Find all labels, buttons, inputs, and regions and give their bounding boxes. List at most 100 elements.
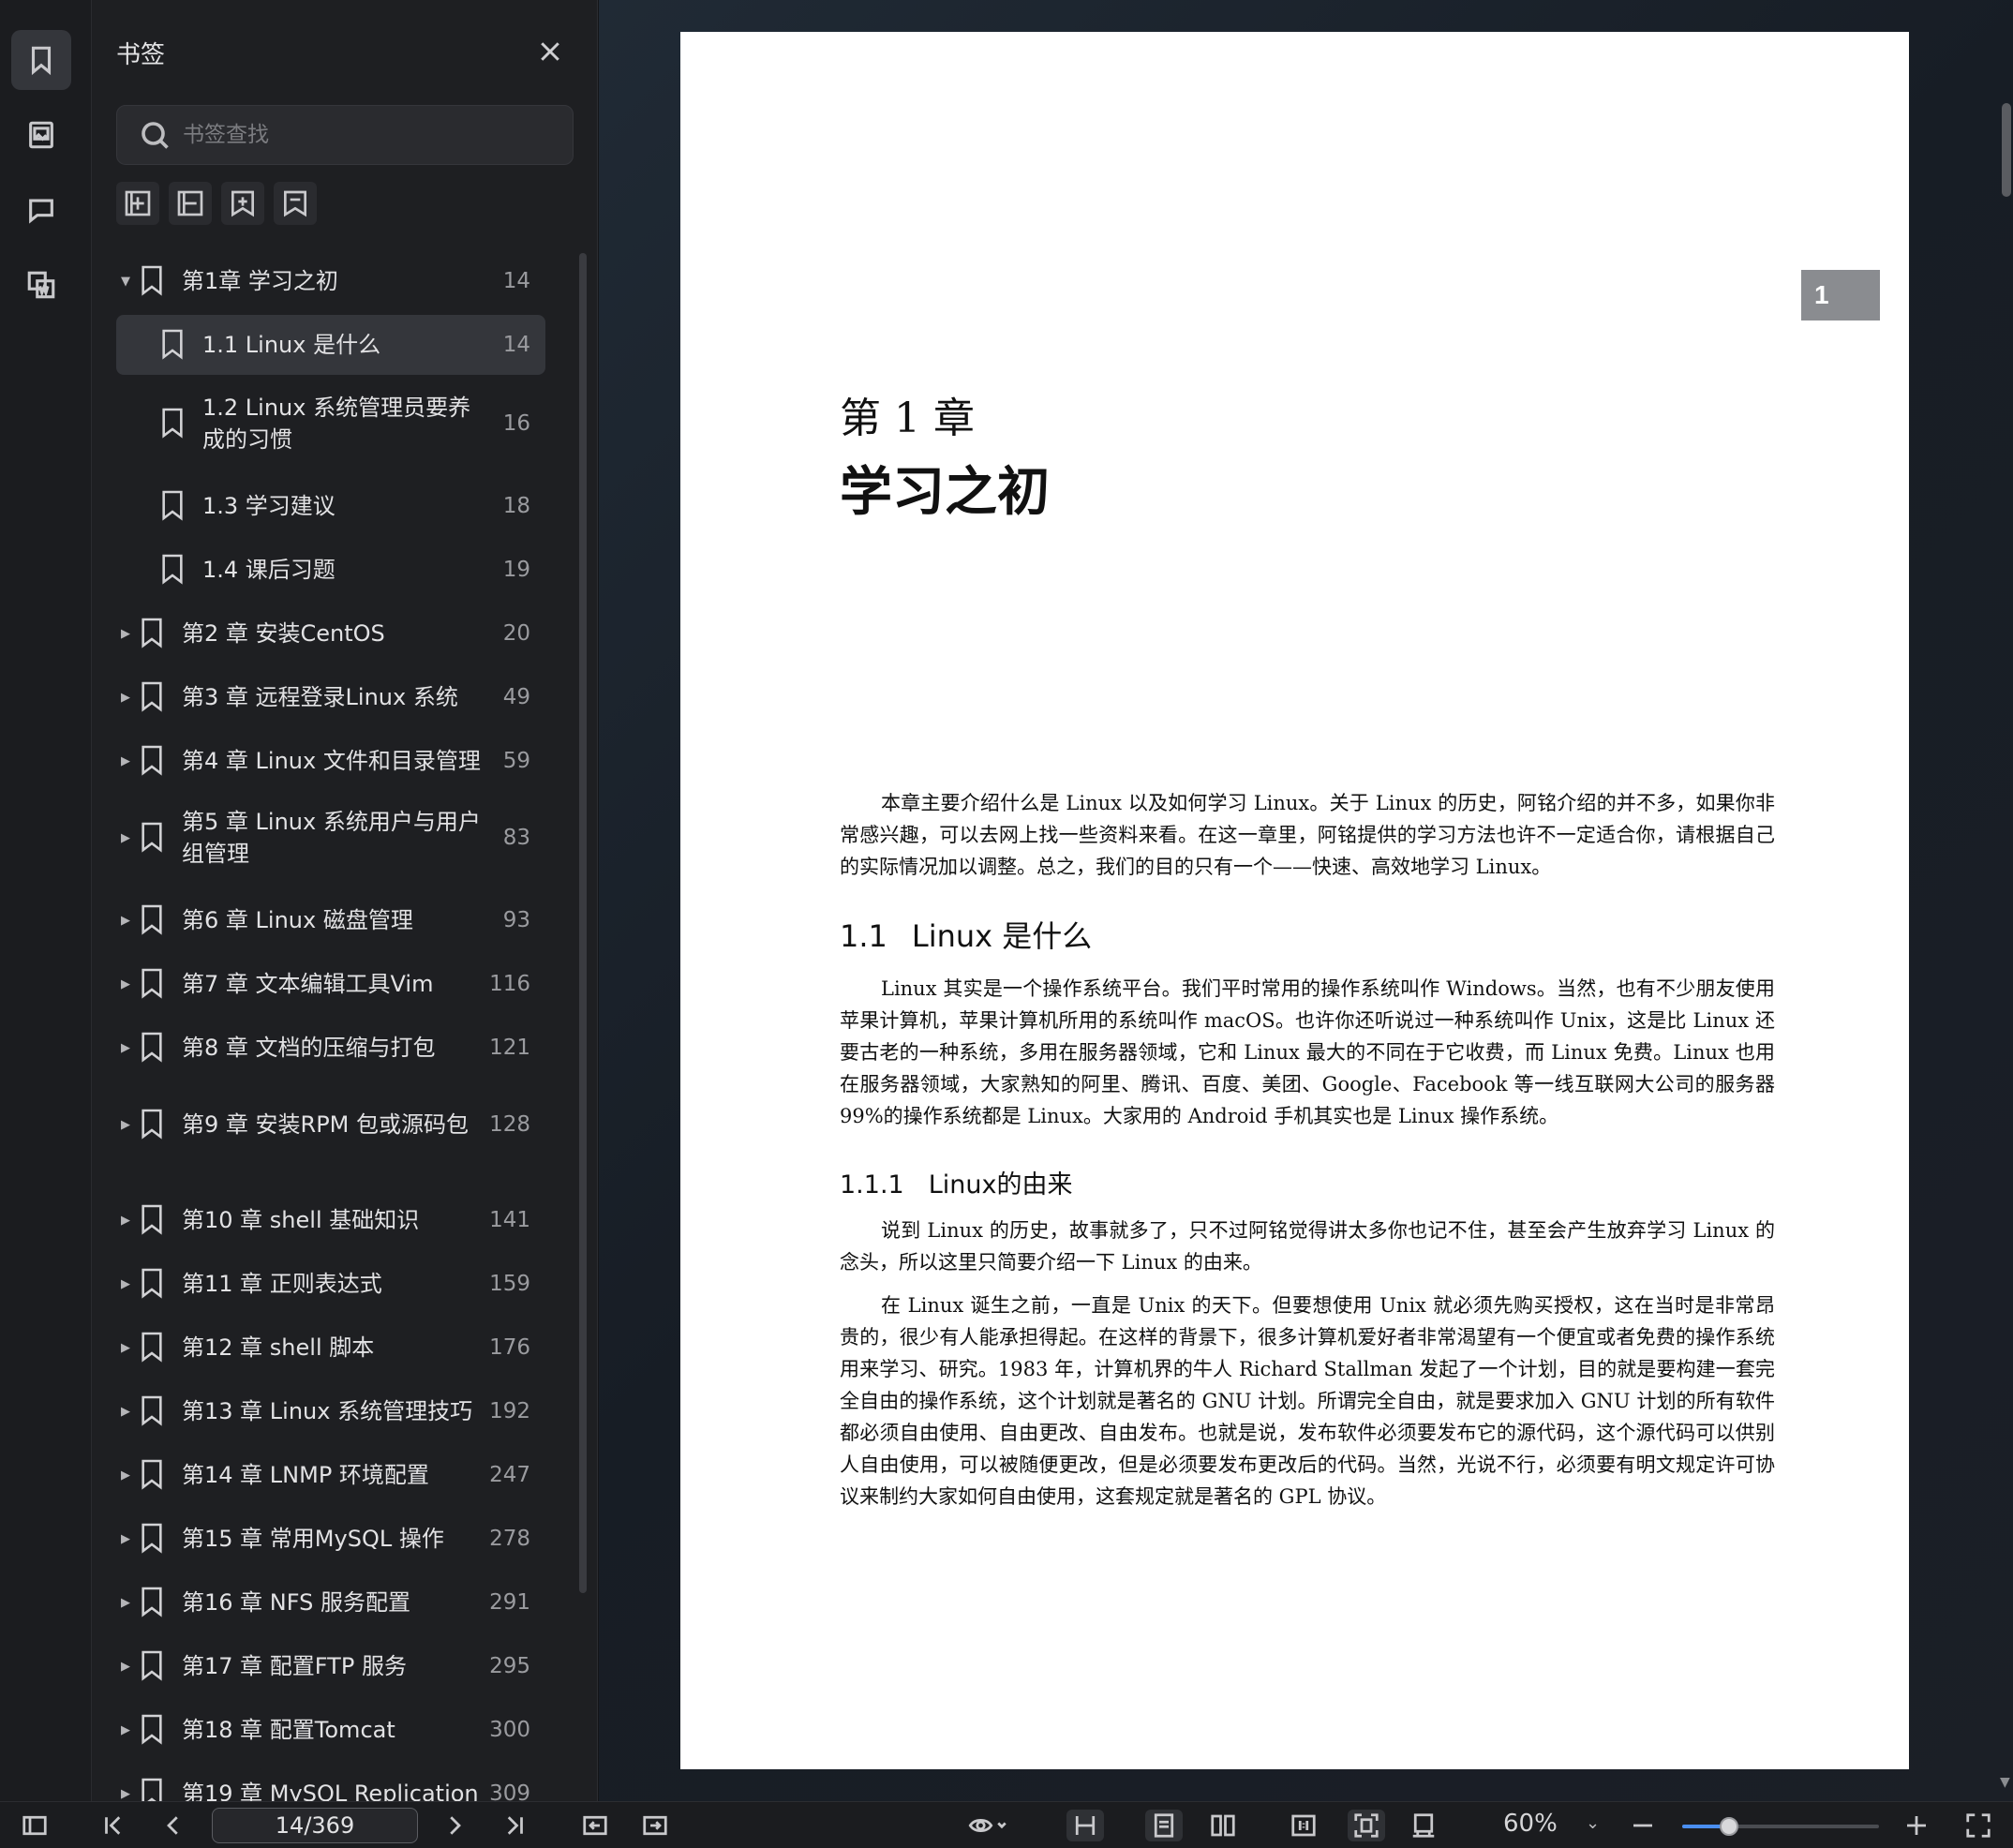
bookmark-chapter-item[interactable]: ▶ 第12 章 shell 脚本 176 (116, 1318, 545, 1378)
rotate-page-button[interactable] (1408, 1810, 1439, 1841)
caret-right-icon[interactable]: ▶ (116, 1532, 135, 1546)
bookmark-chapter-item[interactable]: ▶ 第9 章 安装RPM 包或源码包 128 (116, 1081, 545, 1168)
bookmark-chapter-item[interactable]: ▶ 第13 章 Linux 系统管理技巧 192 (116, 1381, 545, 1441)
bookmark-chapter-item[interactable]: ▶ 第15 章 常用MySQL 操作 278 (116, 1509, 545, 1569)
bookmark-label: 第3 章 远程登录Linux 系统 (182, 684, 458, 710)
zoom-dropdown-chevron-down-icon[interactable]: ⌄ (1586, 1813, 1600, 1833)
panel-close-button[interactable] (536, 37, 564, 66)
fullscreen-icon (1966, 1813, 1991, 1838)
thumbnail-panel-button[interactable] (11, 105, 71, 165)
bookmark-icon (31, 46, 52, 76)
caret-right-icon[interactable]: ▶ (116, 1341, 135, 1355)
bookmark-page-number: 159 (489, 1272, 530, 1296)
caret-right-icon[interactable]: ▶ (116, 1660, 135, 1674)
expand-bookmark-button[interactable] (221, 182, 264, 225)
bookmark-icon (139, 1522, 171, 1556)
bookmark-scrollbar[interactable] (579, 253, 587, 1593)
bookmark-page-number: 14 (502, 333, 530, 357)
bookmark-chapter-item[interactable]: ▶ 第14 章 LNMP 环境配置 247 (116, 1445, 545, 1505)
document-scrollbar[interactable] (2002, 103, 2011, 197)
zoom-slider[interactable] (1682, 1817, 1879, 1836)
next-page-button[interactable] (439, 1810, 470, 1841)
single-page-button[interactable] (1145, 1810, 1183, 1841)
bookmark-section-item[interactable]: 1.1 Linux 是什么 14 (116, 315, 545, 375)
caret-right-icon[interactable]: ▶ (116, 627, 135, 641)
bookmark-icon (159, 407, 191, 440)
scroll-down-arrow-icon[interactable]: ▼ (2000, 1775, 2010, 1790)
bookmark-chapter-item[interactable]: ▶ 第3 章 远程登录Linux 系统 49 (116, 667, 545, 727)
caret-right-icon[interactable]: ▶ (116, 1405, 135, 1419)
bookmark-chapter-item[interactable]: ▶ 第19 章 MySQL Replication 309 (116, 1764, 545, 1801)
caret-right-icon[interactable]: ▶ (116, 691, 135, 705)
convert-panel-button[interactable] (11, 255, 71, 315)
intro-paragraph: 本章主要介绍什么是 Linux 以及如何学习 Linux。关于 Linux 的历… (840, 792, 1775, 878)
first-page-icon (105, 1816, 121, 1835)
bookmark-section-item[interactable]: 1.2 Linux 系统管理员要养成的习惯 16 (116, 380, 545, 467)
caret-right-icon[interactable]: ▶ (116, 1214, 135, 1228)
comment-panel-button[interactable] (11, 180, 71, 240)
caret-down-icon[interactable]: ▼ (116, 275, 135, 289)
bookmark-chapter-item[interactable]: ▶ 第10 章 shell 基础知识 141 (116, 1190, 545, 1250)
bookmark-chapter-item[interactable]: ▶ 第18 章 配置Tomcat 300 (116, 1700, 545, 1760)
bookmark-label: 第16 章 NFS 服务配置 (182, 1589, 410, 1616)
bookmark-label: 第17 章 配置FTP 服务 (182, 1653, 407, 1679)
bookmark-chapter-item[interactable]: ▶ 第17 章 配置FTP 服务 295 (116, 1636, 545, 1696)
chapter-page-tab: 1 (1801, 270, 1880, 320)
pdf-reader-window: 书签 ▼ 第1章 学习之初 14 1.1 Linux 是什么 14 1.2 Linux 系… (0, 0, 2013, 1848)
page-number-input[interactable]: 14/369 (212, 1808, 418, 1843)
bookmark-chapter-item[interactable]: ▶ 第4 章 Linux 文件和目录管理 59 (116, 731, 545, 791)
actual-size-button[interactable] (1288, 1810, 1320, 1841)
bookmark-panel-button[interactable] (11, 30, 71, 90)
caret-right-icon[interactable]: ▶ (116, 1041, 135, 1055)
add-bookmark-button[interactable] (116, 182, 159, 225)
subsection-title: Linux的由来 (928, 1170, 1073, 1200)
go-forward-button[interactable] (639, 1810, 671, 1841)
bookmark-icon (139, 821, 171, 855)
bookmark-chapter-item[interactable]: ▶ 第7 章 文本编辑工具Vim 116 (116, 954, 545, 1014)
bookmark-chapter-item[interactable]: ▶ 第2 章 安装CentOS 20 (116, 604, 545, 663)
zoom-in-button[interactable] (1901, 1810, 1932, 1841)
bookmark-page-number: 141 (489, 1208, 530, 1232)
image-icon (29, 121, 53, 149)
caret-right-icon[interactable]: ▶ (116, 1723, 135, 1737)
bookmark-chapter-item[interactable]: ▼ 第1章 学习之初 14 (116, 251, 545, 311)
first-page-button[interactable] (97, 1810, 129, 1841)
caret-right-icon[interactable]: ▶ (116, 754, 135, 768)
fit-width-button[interactable] (1066, 1810, 1104, 1841)
bookmark-section-item[interactable]: 1.4 课后习题 19 (116, 540, 545, 600)
zoom-level[interactable]: 60% (1503, 1810, 1558, 1838)
caret-right-icon[interactable]: ▶ (116, 977, 135, 991)
go-back-button[interactable] (579, 1810, 611, 1841)
caret-right-icon[interactable]: ▶ (116, 1277, 135, 1291)
bookmark-section-item[interactable]: 1.3 学习建议 18 (116, 476, 545, 536)
bookmark-chapter-item[interactable]: ▶ 第16 章 NFS 服务配置 291 (116, 1572, 545, 1632)
eye-comfort-button[interactable] (960, 1810, 1016, 1841)
toggle-sidebar-button[interactable] (19, 1810, 51, 1841)
bookmark-chapter-item[interactable]: ▶ 第5 章 Linux 系统用户与用户组管理 83 (116, 795, 545, 881)
caret-right-icon[interactable]: ▶ (116, 914, 135, 928)
caret-right-icon[interactable]: ▶ (116, 1787, 135, 1801)
fullscreen-button[interactable] (1962, 1810, 1994, 1841)
caret-right-icon[interactable]: ▶ (116, 831, 135, 845)
collapse-bookmark-button[interactable] (274, 182, 317, 225)
bookmark-icon (139, 617, 171, 650)
previous-page-button[interactable] (157, 1810, 189, 1841)
remove-bookmark-button[interactable] (169, 182, 212, 225)
bookmark-label: 第5 章 Linux 系统用户与用户组管理 (182, 809, 481, 867)
bookmark-chapter-item[interactable]: ▶ 第6 章 Linux 磁盘管理 93 (116, 890, 545, 950)
double-page-button[interactable] (1207, 1810, 1239, 1841)
bookmark-search-input[interactable] (183, 116, 539, 154)
zoom-out-button[interactable] (1627, 1810, 1659, 1841)
bookmark-chapter-item[interactable]: ▶ 第8 章 文档的压缩与打包 121 (116, 1018, 545, 1078)
caret-right-icon[interactable]: ▶ (116, 1596, 135, 1610)
bookmark-chapter-item[interactable]: ▶ 第11 章 正则表达式 159 (116, 1254, 545, 1314)
caret-right-icon[interactable]: ▶ (116, 1118, 135, 1132)
zoom-slider-handle[interactable] (1720, 1817, 1739, 1836)
fit-page-button[interactable] (1348, 1810, 1385, 1841)
caret-right-icon[interactable]: ▶ (116, 1468, 135, 1483)
chapter-number: 第 1 章 (840, 395, 975, 442)
last-page-button[interactable] (499, 1810, 530, 1841)
document-viewport: 第 1 章 学习之初 本章主要介绍什么是 Linux 以及如何学习 Linux。… (599, 0, 2013, 1801)
bookmark-page-number: 176 (489, 1335, 530, 1360)
minus-icon (1633, 1824, 1652, 1827)
